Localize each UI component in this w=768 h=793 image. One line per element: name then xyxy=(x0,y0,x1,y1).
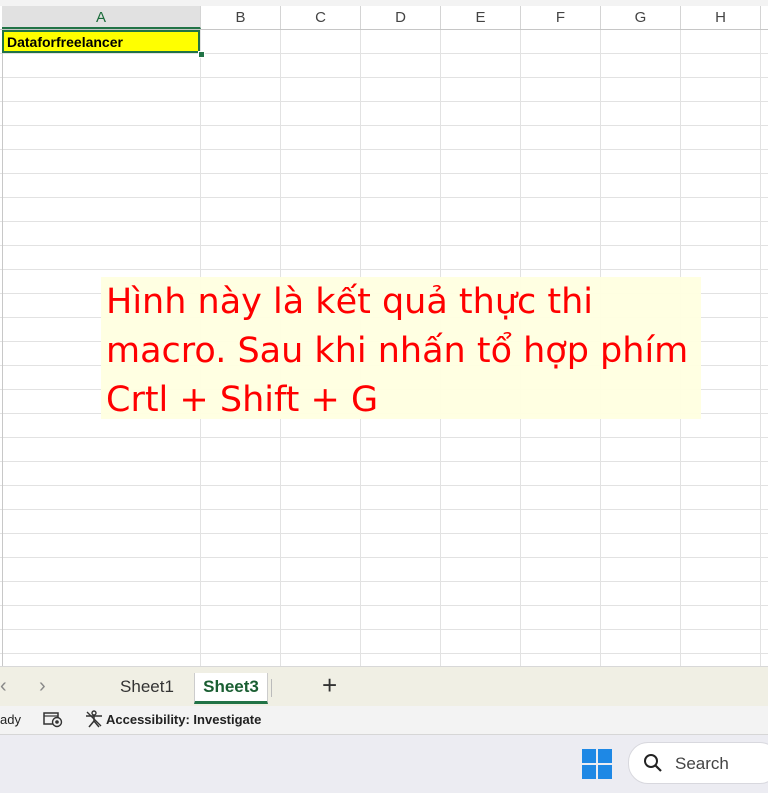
gridline xyxy=(0,461,768,462)
column-header-c[interactable]: C xyxy=(281,6,361,29)
gridline xyxy=(0,53,768,54)
search-label: Search xyxy=(675,754,729,773)
column-header-row: A B C D E F G H xyxy=(0,6,768,30)
tab-sheet1[interactable]: Sheet1 xyxy=(112,673,182,701)
column-header-f[interactable]: F xyxy=(521,6,601,29)
gridline xyxy=(0,653,768,654)
column-header-g[interactable]: G xyxy=(601,6,681,29)
gridline xyxy=(0,557,768,558)
gridline xyxy=(0,173,768,174)
taskbar-search[interactable]: Search xyxy=(628,742,768,784)
gridline xyxy=(0,581,768,582)
tab-sheet3[interactable]: Sheet3 xyxy=(194,673,268,704)
gridline xyxy=(0,533,768,534)
gridline xyxy=(0,125,768,126)
status-bar: ady Accessibility: Investigate xyxy=(0,706,768,735)
gridline xyxy=(0,629,768,630)
gridline xyxy=(0,197,768,198)
macro-record-icon[interactable] xyxy=(43,710,63,731)
search-icon xyxy=(643,753,663,778)
gridline xyxy=(0,437,768,438)
gridline xyxy=(0,269,768,270)
gridline xyxy=(0,101,768,102)
gridline xyxy=(760,30,761,666)
gridline xyxy=(0,245,768,246)
column-header-a[interactable]: A xyxy=(2,6,201,29)
chevron-left-icon[interactable]: ‹ xyxy=(0,675,7,698)
windows-start-icon[interactable] xyxy=(582,749,612,779)
cell-a1[interactable]: Dataforfreelancer xyxy=(2,30,200,53)
gridline xyxy=(2,30,3,666)
plus-icon[interactable]: + xyxy=(322,670,337,701)
accessibility-status[interactable]: Accessibility: Investigate xyxy=(106,712,261,727)
accessibility-icon[interactable] xyxy=(84,710,104,731)
spreadsheet-grid[interactable]: A B C D E F G H Dataforfreelancer Hình n… xyxy=(0,0,768,666)
chevron-right-icon[interactable]: › xyxy=(39,675,46,698)
column-header-h[interactable]: H xyxy=(681,6,761,29)
gridline xyxy=(0,485,768,486)
gridline xyxy=(0,605,768,606)
gridline xyxy=(0,509,768,510)
column-header-b[interactable]: B xyxy=(201,6,281,29)
column-header-e[interactable]: E xyxy=(441,6,521,29)
sheet-tabs-bar: ‹ › Sheet1 Sheet3 + xyxy=(0,666,768,707)
fill-handle[interactable] xyxy=(198,51,205,58)
gridline xyxy=(0,77,768,78)
gridline xyxy=(0,149,768,150)
annotation-text: Hình này là kết quả thực thi macro. Sau … xyxy=(106,282,689,420)
status-ready: ady xyxy=(0,712,21,727)
gridline xyxy=(0,221,768,222)
tab-separator xyxy=(271,679,272,697)
column-header-d[interactable]: D xyxy=(361,6,441,29)
windows-taskbar: Search xyxy=(0,735,768,793)
